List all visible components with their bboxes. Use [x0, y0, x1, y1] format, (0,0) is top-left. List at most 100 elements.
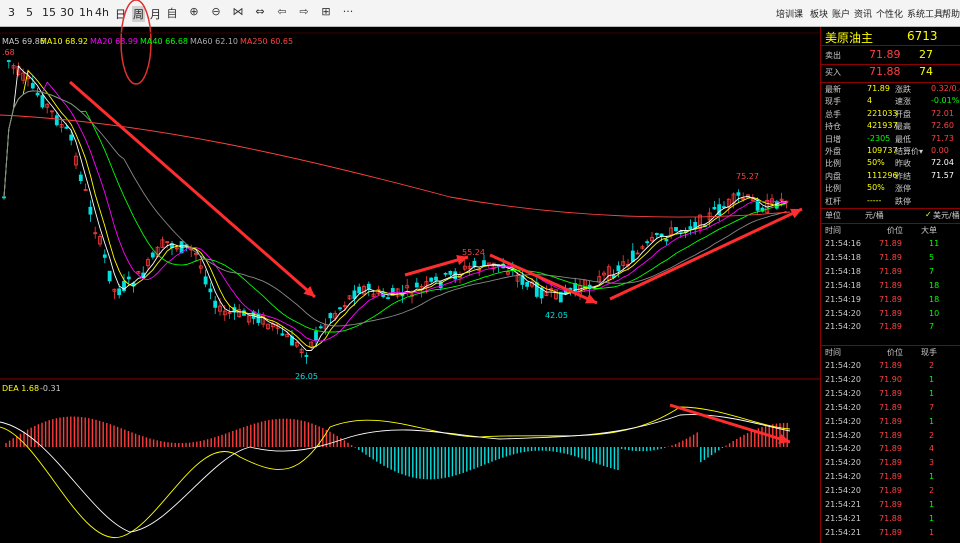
candle-body	[443, 272, 448, 275]
candle-body	[736, 192, 741, 196]
quote-row: 现手 4 速涨 -0.01%	[825, 96, 960, 107]
candle-body	[366, 283, 371, 289]
candle-body	[117, 288, 122, 296]
ma250-line	[0, 114, 791, 218]
trade-row: 21:54:16 71.89 11	[825, 239, 940, 248]
candle-body	[69, 134, 74, 141]
self-select-icon[interactable]: 自	[165, 5, 179, 20]
quote-row: 内盘 111296 昨结 71.57	[825, 170, 954, 181]
expand-icon[interactable]: ⇔	[253, 5, 267, 19]
timeframe-1[interactable]: 5	[26, 6, 33, 19]
layout-grid-icon[interactable]: ⊞	[319, 5, 333, 19]
quote-row: 杠杆 ----- 跌停	[825, 195, 911, 206]
trade-row: 21:54:18 71.89 18	[825, 280, 940, 290]
candle-body	[654, 232, 659, 236]
price-chart[interactable]	[0, 27, 820, 543]
menu-item-4[interactable]: 个性化	[876, 7, 903, 20]
candle-body	[429, 277, 434, 282]
ma10-line	[3, 69, 787, 348]
menu-item-5[interactable]: 系统工具	[907, 7, 943, 20]
contract-name: 美原油主	[825, 31, 874, 45]
quote-row: 外盘 109737 结算价▾ 0.00	[825, 146, 949, 156]
trade-row: 21:54:20 71.89 10	[825, 308, 940, 318]
zoom-out-icon[interactable]: ⊖	[209, 5, 223, 19]
candle-body	[386, 297, 390, 300]
dea-line	[0, 414, 791, 533]
zoom-in-icon[interactable]: ⊕	[187, 5, 201, 19]
trade-row: 21:54:20 71.89 7	[825, 402, 935, 412]
ma5-legend: MA5 69.86	[2, 37, 45, 46]
candle-body	[208, 288, 213, 293]
ma5-line	[3, 65, 787, 351]
candle-body	[712, 206, 717, 210]
high-annotation: 75.27	[736, 172, 759, 181]
trade-row: 21:54:21 71.88 1	[825, 513, 935, 523]
candle-body	[203, 276, 208, 285]
right-arrow-icon[interactable]: ⇨	[297, 5, 311, 19]
trade-row: 21:54:20 71.89 2	[825, 486, 935, 496]
candle-body	[40, 95, 45, 108]
candle-body	[448, 270, 453, 275]
trades-header: 时间 价位 现手	[825, 348, 937, 357]
trade-row: 21:54:20 71.89 1	[825, 416, 935, 426]
candle-body	[126, 276, 131, 280]
trade-row: 21:54:20 71.89 2	[825, 430, 935, 440]
candle-body	[64, 126, 69, 129]
candle-body	[645, 241, 650, 244]
quote-row: 日增 -2305 最低 71.73	[825, 133, 954, 144]
menu-item-3[interactable]: 资讯	[854, 7, 872, 20]
candle-body	[30, 83, 35, 89]
quote-row: 最新71.89涨跌0.32/0.45%	[825, 84, 960, 94]
timeframe-0[interactable]: 3	[8, 6, 15, 19]
dif-line	[0, 406, 791, 538]
candle-body	[280, 333, 285, 336]
toolbar: 3 5 15 30 1h 4h 日周月 自 ⊕ ⊖ ⋈ ⇔ ⇦ ⇨ ⊞ ··· 培训课 板块 账户 资讯 个性化 系统…	[0, 0, 960, 85]
ask-row[interactable]: 卖出 71.89 27	[825, 48, 960, 64]
bid-row[interactable]: 买入 71.88 74	[825, 65, 960, 81]
unit-row[interactable]: 单位 元/桶 ✓ 美元/桶	[825, 210, 960, 223]
check-icon: ✓	[925, 210, 932, 219]
trade-row: 21:54:20 71.90 1	[825, 374, 935, 384]
trade-row: 21:54:20 71.89 3	[825, 458, 935, 468]
trade-row: 21:54:20 71.89 1	[825, 472, 935, 482]
quote-row: 比例 50% 涨停	[825, 183, 911, 194]
dea-legend: DEA 1.68	[2, 384, 40, 393]
candle-body	[482, 260, 486, 266]
trade-row: 21:54:20 71.89 7	[825, 322, 935, 332]
candle-body	[213, 300, 218, 308]
low-annotation: 26.05	[295, 372, 318, 381]
candle-body	[674, 227, 678, 232]
candle-body	[722, 206, 726, 208]
contract-code: 6713	[907, 29, 938, 43]
left-arrow-icon[interactable]: ⇦	[275, 5, 289, 19]
more-icon[interactable]: ···	[341, 5, 355, 19]
candle-body	[357, 286, 362, 294]
ma250-legend: MA250 60.65	[240, 37, 294, 46]
menu-item-2[interactable]: 账户	[832, 7, 850, 20]
timeframe-4[interactable]: 1h	[79, 6, 93, 19]
candle-body	[664, 238, 669, 242]
left-value: .68	[2, 48, 15, 57]
mid-low-annotation: 42.05	[545, 311, 568, 320]
candle-body	[453, 271, 458, 280]
ma10-legend: MA10 68.92	[40, 37, 88, 46]
timeframe-3[interactable]: 30	[60, 6, 74, 19]
mid-high-annotation: 55.24	[462, 248, 485, 257]
trade-row: 21:54:20 71.89 2	[825, 361, 935, 370]
trade-row: 21:54:20 71.89 4	[825, 444, 935, 454]
trade-row: 21:54:18 71.89 7	[825, 266, 935, 276]
candle-body	[328, 313, 333, 319]
timeframe-2[interactable]: 15	[42, 6, 56, 19]
menu-item-0[interactable]: 培训课	[776, 7, 803, 20]
candle-body	[525, 281, 530, 287]
candle-body	[88, 206, 93, 215]
menu-item-6[interactable]: 帮助	[942, 7, 960, 20]
bowtie-icon[interactable]: ⋈	[231, 5, 245, 19]
down-trend-arrow	[69, 80, 316, 299]
menu-item-1[interactable]: 板块	[810, 7, 828, 20]
quote-row: 持仓 421937 最高 72.60	[825, 121, 954, 132]
timeframe-5[interactable]: 4h	[95, 6, 109, 19]
quote-row: 比例 50% 昨收 72.04	[825, 158, 954, 169]
candle-body	[107, 270, 112, 282]
candle-body	[102, 254, 107, 258]
